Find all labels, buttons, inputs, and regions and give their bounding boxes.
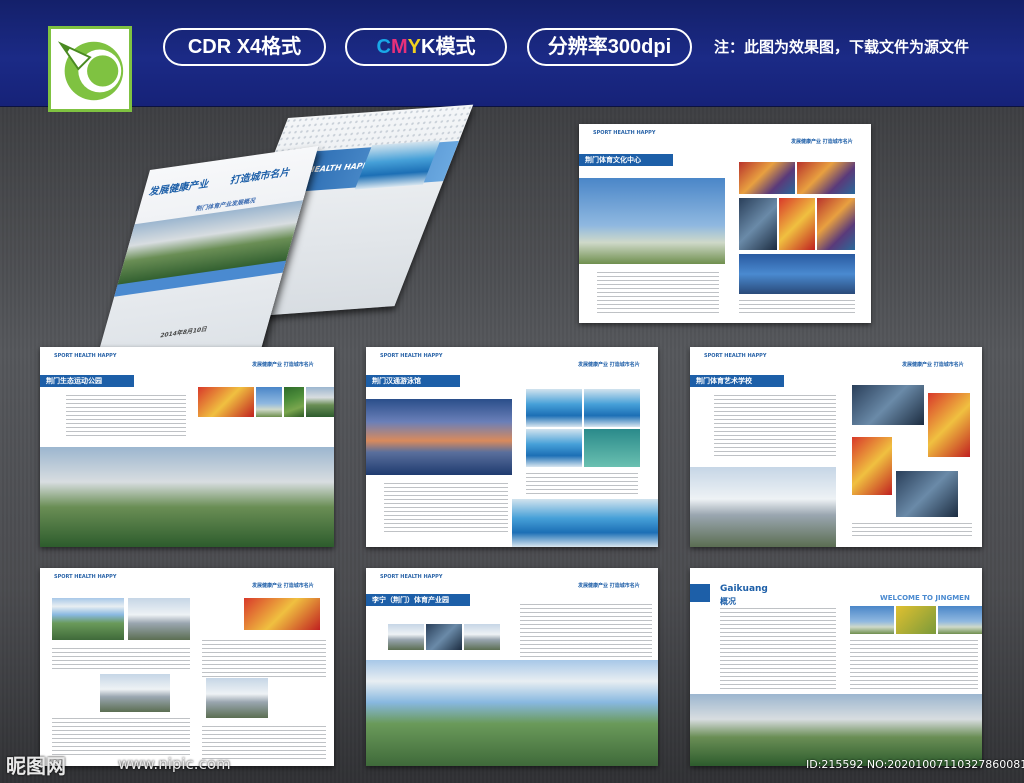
dance-photo bbox=[779, 198, 815, 250]
spread-brand: SPORT HEALTH HAPPY bbox=[704, 353, 767, 359]
note-text: 注：此图为效果图，下载文件为源文件 bbox=[714, 38, 970, 56]
city-panorama-photo bbox=[690, 694, 982, 766]
cmyk-m: M bbox=[390, 36, 408, 58]
overview-title-en: Gaikuang bbox=[720, 584, 768, 594]
pool-lanes-photo bbox=[512, 499, 658, 547]
body-text bbox=[714, 395, 836, 459]
industrial-park-aerial-photo bbox=[366, 660, 658, 766]
top-banner: CDR X4格式 CMYK模式 分辨率300dpi 注：此图为效果图，下载文件为… bbox=[0, 0, 1024, 112]
spread-brand: SPORT HEALTH HAPPY bbox=[54, 353, 117, 359]
body-text bbox=[66, 395, 186, 439]
spread-brand: SPORT HEALTH HAPPY bbox=[54, 574, 117, 580]
spread-brand: SPORT HEALTH HAPPY bbox=[380, 574, 443, 580]
track-photo bbox=[306, 387, 334, 417]
section-title: 荆门体育艺术学校 bbox=[690, 375, 784, 387]
overview-logo bbox=[690, 584, 710, 602]
nipic-logo: 昵图网 bbox=[6, 754, 66, 778]
spread-culture-center: SPORT HEALTH HAPPY 发展健康产业 打造城市名片 荆门体育文化中… bbox=[579, 124, 871, 323]
section-title: 李宁（荆门）体育产业园 bbox=[366, 594, 470, 606]
section-title: 荆门汉通游泳馆 bbox=[366, 375, 460, 387]
body-text bbox=[520, 604, 652, 658]
office-building-photo bbox=[100, 674, 170, 712]
overview-title: 概况 bbox=[720, 597, 736, 606]
athlete-photo bbox=[928, 393, 970, 457]
spread-li-ning-park: SPORT HEALTH HAPPY 发展健康产业 打造城市名片 李宁（荆门）体… bbox=[366, 568, 658, 766]
body-text-2 bbox=[526, 473, 638, 495]
performance-photo bbox=[739, 162, 795, 194]
group-dance-photo bbox=[817, 198, 855, 250]
fitness-photo bbox=[284, 387, 304, 417]
flowers-photo bbox=[896, 606, 936, 634]
section-title: 荆门体育文化中心 bbox=[579, 154, 673, 166]
spread-slogan: 发展健康产业 打造城市名片 bbox=[252, 583, 314, 589]
welcome-text: WELCOME TO JINGMEN bbox=[880, 594, 970, 602]
cmyk-badge: CMYK模式 bbox=[345, 28, 507, 66]
section-title: 荆门生态运动公园 bbox=[40, 375, 134, 387]
cmyk-y: Y bbox=[407, 36, 421, 58]
spread-sports-art-school: SPORT HEALTH HAPPY 发展健康产业 打造城市名片 荆门体育艺术学… bbox=[690, 347, 982, 547]
stadium-crowd-photo bbox=[797, 162, 855, 194]
body-text-2 bbox=[850, 640, 978, 690]
body-text-2 bbox=[52, 718, 190, 758]
factory-buildings-photo bbox=[128, 598, 190, 640]
resolution-badge: 分辨率300dpi bbox=[527, 28, 692, 66]
table-tennis-photo bbox=[739, 254, 855, 294]
body-text-2 bbox=[739, 300, 855, 316]
resolution-badge-label: 分辨率300dpi bbox=[547, 36, 672, 58]
culture-center-photo bbox=[579, 178, 725, 264]
lake-photo bbox=[850, 606, 894, 634]
body-text bbox=[384, 483, 508, 535]
park-photo-2 bbox=[426, 624, 462, 650]
spread-eco-park: SPORT HEALTH HAPPY 发展健康产业 打造城市名片 荆门生态运动公… bbox=[40, 347, 334, 547]
tennis-photo bbox=[256, 387, 282, 417]
badminton-photo bbox=[739, 198, 777, 250]
spread-slogan: 发展健康产业 打造城市名片 bbox=[578, 583, 640, 589]
river-photo bbox=[938, 606, 982, 634]
body-text bbox=[52, 648, 190, 670]
park-photo-1 bbox=[388, 624, 424, 650]
body-text bbox=[720, 608, 836, 690]
nipic-url: www.nipic.com bbox=[118, 755, 231, 773]
body-text bbox=[597, 272, 719, 314]
boxers-photo bbox=[852, 437, 892, 495]
spread-slogan: 发展健康产业 打造城市名片 bbox=[252, 362, 314, 368]
school-gate-photo bbox=[690, 467, 836, 547]
cmyk-c: C bbox=[376, 36, 391, 58]
shooting-photo bbox=[896, 471, 958, 517]
cmyk-rest: 模式 bbox=[435, 36, 476, 58]
pool-photo-2 bbox=[584, 389, 640, 427]
format-badge-label: CDR X4格式 bbox=[187, 36, 302, 58]
front-cover: 发展健康产业 打造城市名片 荆门体育产业发展概况 2014年8月10日 bbox=[93, 145, 319, 372]
spread-slogan: 发展健康产业 打造城市名片 bbox=[902, 362, 964, 368]
spread-enterprises: SPORT HEALTH HAPPY 发展健康产业 打造城市名片 bbox=[40, 568, 334, 766]
spread-slogan: 发展健康产业 打造城市名片 bbox=[791, 139, 853, 145]
spread-brand: SPORT HEALTH HAPPY bbox=[380, 353, 443, 359]
coreldraw-logo-icon bbox=[57, 41, 124, 101]
factory-aerial-photo bbox=[52, 598, 124, 640]
stadium-photo bbox=[198, 387, 254, 417]
spread-swimming-hall: SPORT HEALTH HAPPY 发展健康产业 打造城市名片 荆门汉通游泳馆 bbox=[366, 347, 658, 547]
training-photo bbox=[852, 385, 924, 425]
body-text-3 bbox=[202, 640, 326, 680]
spread-overview: Gaikuang 概况 WELCOME TO JINGMEN bbox=[690, 568, 982, 766]
format-badge: CDR X4格式 bbox=[163, 28, 326, 66]
image-id: ID:215592 NO:20201007110327860081 bbox=[806, 758, 1024, 771]
spread-slogan: 发展健康产业 打造城市名片 bbox=[578, 362, 640, 368]
body-text-2 bbox=[852, 523, 972, 539]
store-front-photo bbox=[244, 598, 320, 630]
swimming-hall-sunset-photo bbox=[366, 399, 512, 475]
park-photo-3 bbox=[464, 624, 500, 650]
pool-photo-3 bbox=[526, 429, 582, 467]
spread-brand: SPORT HEALTH HAPPY bbox=[593, 130, 656, 136]
coreldraw-logo bbox=[48, 26, 132, 112]
pool-photo-1 bbox=[526, 389, 582, 427]
shop-building-photo bbox=[206, 678, 268, 718]
pool-photo-4 bbox=[584, 429, 640, 467]
cmyk-k: K bbox=[421, 36, 436, 58]
eco-park-aerial-photo bbox=[40, 447, 334, 547]
